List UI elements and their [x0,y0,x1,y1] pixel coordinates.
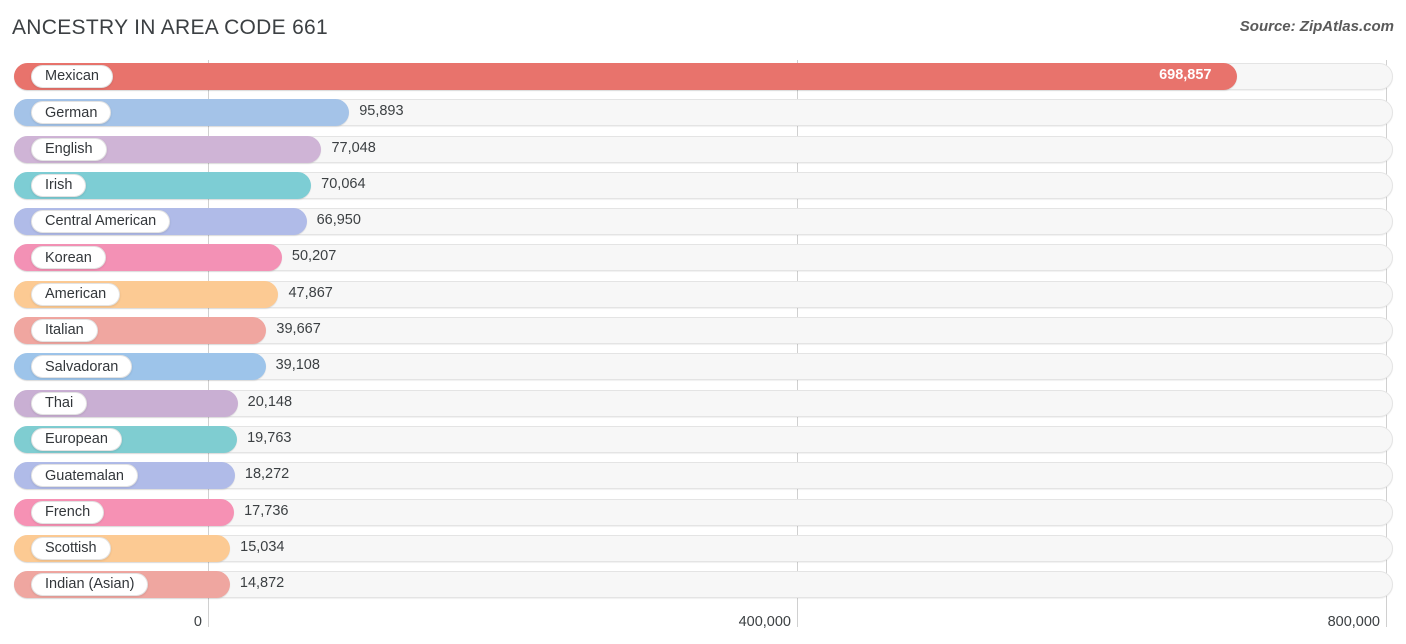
category-label: Guatemalan [45,467,124,484]
category-label: American [45,286,107,303]
chart-plot-area: Mexican 698,857 German 95,893 English 77,048 I… [0,60,1406,605]
bar-row[interactable]: Korean 50,207 [0,241,1406,277]
category-label-pill[interactable]: German [31,101,112,125]
bar-row[interactable]: Mexican 698,857 [0,60,1406,96]
category-label-pill[interactable]: Scottish [31,536,111,560]
category-label: French [45,503,91,520]
category-label: Indian (Asian) [45,576,135,593]
bar-row[interactable]: Indian (Asian) 14,872 [0,568,1406,604]
category-label: Korean [45,249,92,266]
bar-value-label: 39,108 [275,357,320,374]
bar-value-label: 15,034 [240,538,285,555]
bar-row[interactable]: Thai 20,148 [0,387,1406,423]
bar-value-label: 47,867 [288,284,333,301]
category-label-pill[interactable]: American [31,282,121,306]
axis-tick-label: 800,000 [1327,614,1380,630]
bar-value-label: 17,736 [244,502,289,519]
bar[interactable] [14,63,1238,90]
category-label-pill[interactable]: Irish [31,173,87,197]
category-label-pill[interactable]: Italian [31,319,98,343]
bar-row[interactable]: German 95,893 [0,96,1406,132]
bar-value-label: 95,893 [359,103,404,120]
bar-row[interactable]: French 17,736 [0,496,1406,532]
axis-tick-label: 0 [193,614,202,630]
category-label: European [45,431,108,448]
page-title: ANCESTRY IN AREA CODE 661 [12,16,329,39]
bar-row[interactable]: Salvadoran 39,108 [0,350,1406,386]
axis-tick-label: 400,000 [738,614,791,630]
bar-value-label: 19,763 [247,429,292,446]
chart-header: ANCESTRY IN AREA CODE 661 Source: ZipAtl… [0,0,1406,56]
source-attribution: Source: ZipAtlas.com [1239,18,1394,35]
category-label-pill[interactable]: English [31,137,107,161]
category-label-pill[interactable]: French [31,500,105,524]
category-label: English [45,140,93,157]
axis-tick-line [797,605,798,627]
bar-value-label: 66,950 [316,212,361,229]
bar-value-label: 50,207 [291,248,337,265]
bar-value-label: 698,857 [1159,67,1212,83]
category-label: Irish [45,177,73,194]
bar-value-label: 77,048 [331,139,376,156]
axis-tick-line [1386,605,1387,627]
axis-tick-line [208,605,209,627]
category-label: Central American [45,213,157,230]
category-label-pill[interactable]: Korean [31,246,106,270]
category-label: Thai [45,394,74,411]
category-label-pill[interactable]: Salvadoran [31,355,133,379]
category-label-pill[interactable]: European [31,427,122,451]
bar-value-label: 18,272 [244,466,290,483]
category-label-pill[interactable]: Guatemalan [31,464,138,488]
bar-row[interactable]: American 47,867 [0,278,1406,314]
category-label: Mexican [45,68,99,85]
category-label: Scottish [45,540,97,557]
category-label-pill[interactable]: Indian (Asian) [31,573,149,597]
category-label: German [45,104,98,121]
x-axis: 0 400,000 800,000 [0,605,1406,644]
category-label-pill[interactable]: Mexican [31,65,113,88]
category-label-pill[interactable]: Central American [31,210,171,234]
bar-row[interactable]: Central American 66,950 [0,205,1406,241]
bar-value-label: 14,872 [239,575,285,592]
bar-row[interactable]: Irish 70,064 [0,169,1406,205]
category-label: Italian [45,322,84,339]
category-label-pill[interactable]: Thai [31,391,88,415]
bar-row[interactable]: English 77,048 [0,133,1406,169]
category-label: Salvadoran [45,358,119,375]
bar-value-label: 70,064 [321,175,366,192]
bar-value-label: 20,148 [247,393,293,410]
bar-row[interactable]: European 19,763 [0,423,1406,459]
bar-row[interactable]: Guatemalan 18,272 [0,459,1406,495]
bar-row[interactable]: Scottish 15,034 [0,532,1406,568]
bar-rows: Mexican 698,857 German 95,893 English 77,048 I… [0,60,1406,604]
bar-row[interactable]: Italian 39,667 [0,314,1406,350]
bar-value-label: 39,667 [276,321,321,338]
